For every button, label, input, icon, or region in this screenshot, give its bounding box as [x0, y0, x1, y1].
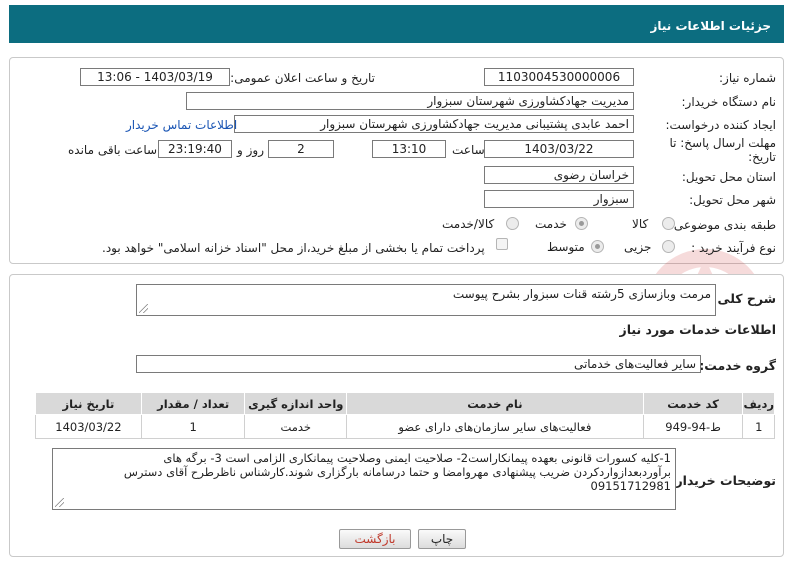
- announce-datetime-label: تاریخ و ساعت اعلان عمومی:: [230, 71, 375, 85]
- buyer-notes-line: برآوردبعدازواردکردن ضریب پیشنهادی مهروام…: [123, 465, 671, 479]
- deadline-date-field: 1403/03/22: [484, 140, 634, 158]
- resize-grip-icon[interactable]: [139, 304, 148, 313]
- buyer-notes-textarea[interactable]: 1-کلیه کسورات قانونی بعهده پیمانکاراست2-…: [52, 448, 676, 510]
- treasury-payment-note: پرداخت تمام یا بخشی از مبلغ خرید،از محل …: [102, 241, 485, 255]
- print-button[interactable]: چاپ: [418, 529, 466, 549]
- col-unit-header: واحد اندازه گیری: [244, 392, 348, 415]
- col-qty-header: تعداد / مقدار: [140, 392, 246, 415]
- need-number-field: 1103004530000006: [484, 68, 634, 86]
- buyer-org-field: مدیریت جهادکشاورزی شهرستان سبزوار: [186, 92, 634, 110]
- category-label: طبقه بندی موضوعی:: [669, 218, 776, 232]
- category-radio-goods-service[interactable]: [506, 217, 519, 230]
- remaining-time-field: 23:19:40: [158, 140, 232, 158]
- category-option-goods-service: کالا/خدمت: [442, 217, 495, 231]
- col-row-header: ردیف: [742, 392, 775, 415]
- deadline-label: مهلت ارسال پاسخ: تا تاریخ:: [656, 136, 776, 164]
- table-row: 1 ط-94-949 فعالیت‌های سایر سازمان‌های دا…: [35, 414, 775, 439]
- buyer-notes-line: 09151712981: [590, 479, 671, 493]
- buyer-org-label: نام دستگاه خریدار:: [681, 95, 777, 109]
- requester-label: ایجاد کننده درخواست:: [665, 118, 776, 132]
- purchase-radio-minor[interactable]: [662, 240, 675, 253]
- days-label: روز و: [237, 143, 264, 157]
- cell-code: ط-94-949: [642, 414, 744, 439]
- purchase-radio-medium[interactable]: [591, 240, 604, 253]
- services-heading: اطلاعات خدمات مورد نیاز: [619, 322, 777, 337]
- col-date-header: تاریخ نیاز: [35, 392, 142, 415]
- category-radio-goods[interactable]: [662, 217, 675, 230]
- days-field: 2: [268, 140, 334, 158]
- back-button[interactable]: بازگشت: [339, 529, 411, 549]
- buyer-contact-link[interactable]: اطلاعات تماس خریدار: [126, 118, 237, 132]
- services-table: ردیف کد خدمت نام خدمت واحد اندازه گیری ت…: [35, 392, 775, 439]
- resize-grip-icon[interactable]: [55, 498, 64, 507]
- category-radio-service[interactable]: [575, 217, 588, 230]
- col-code-header: کد خدمت: [642, 392, 744, 415]
- requester-field: احمد عابدی پشتیبانی مدیریت جهادکشاورزی ش…: [234, 115, 634, 133]
- category-option-goods: کالا: [632, 217, 649, 231]
- remaining-label: ساعت باقی مانده: [68, 143, 158, 157]
- purchase-type-label: نوع فرآیند خرید :: [691, 241, 776, 255]
- table-header-row: ردیف کد خدمت نام خدمت واحد اندازه گیری ت…: [35, 392, 775, 415]
- cell-qty: 1: [140, 414, 246, 439]
- category-option-service: خدمت: [535, 217, 567, 231]
- cell-name: فعالیت‌های سایر سازمان‌های دارای عضو: [346, 414, 644, 439]
- city-label: شهر محل تحویل:: [689, 193, 776, 207]
- province-label: استان محل تحویل:: [681, 170, 776, 184]
- deadline-time-label: ساعت: [452, 143, 485, 157]
- summary-text: مرمت وبازسازی 5رشته قنات سبزوار بشرح پیو…: [452, 287, 711, 301]
- cell-unit: خدمت: [244, 414, 348, 439]
- purchase-option-medium: متوسط: [547, 240, 585, 254]
- city-field: سبزوار: [484, 190, 634, 208]
- cell-row: 1: [742, 414, 775, 439]
- announce-datetime-field: 1403/03/19 - 13:06: [80, 68, 230, 86]
- treasury-payment-checkbox[interactable]: [496, 238, 508, 250]
- need-number-label: شماره نیاز:: [719, 71, 776, 85]
- page-title: جزئیات اطلاعات نیاز: [650, 19, 771, 33]
- deadline-label-text: مهلت ارسال پاسخ: تا تاریخ:: [669, 136, 776, 164]
- summary-textarea[interactable]: مرمت وبازسازی 5رشته قنات سبزوار بشرح پیو…: [136, 284, 716, 316]
- buyer-notes-line: 1-کلیه کسورات قانونی بعهده پیمانکاراست2-…: [163, 451, 671, 465]
- buyer-notes-label: توضیحات خریدار:: [670, 473, 776, 488]
- deadline-time-field: 13:10: [372, 140, 446, 158]
- service-group-field: سایر فعالیت‌های خدماتی: [136, 355, 701, 373]
- purchase-option-minor: جزیی: [624, 240, 652, 254]
- cell-date: 1403/03/22: [35, 414, 142, 439]
- service-group-label: گروه خدمت:: [699, 358, 776, 373]
- col-name-header: نام خدمت: [346, 392, 644, 415]
- page-header: جزئیات اطلاعات نیاز: [9, 5, 784, 43]
- province-field: خراسان رضوی: [484, 166, 634, 184]
